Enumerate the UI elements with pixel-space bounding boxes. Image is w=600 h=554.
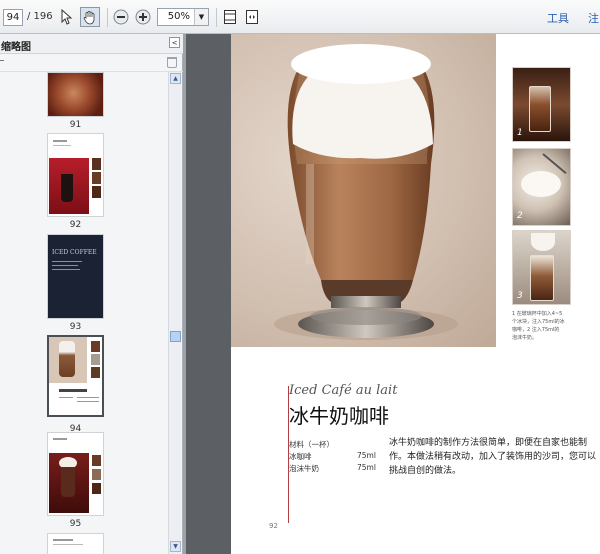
thumb-step bbox=[92, 455, 101, 466]
thumbnail-label: 91 bbox=[69, 120, 82, 130]
ingredient-qty: 75ml bbox=[357, 451, 376, 460]
thumbnail-label: 92 bbox=[69, 220, 82, 230]
thumb-text bbox=[77, 397, 99, 398]
step-number: 1 bbox=[517, 128, 523, 138]
thumb-title bbox=[53, 140, 67, 142]
tools-menu[interactable]: 工具 bbox=[547, 10, 569, 26]
thumbnail-scrollbar[interactable]: ▲ ▼ bbox=[168, 72, 181, 554]
thumb-step bbox=[92, 483, 101, 494]
thumb-title bbox=[53, 438, 67, 440]
thumb-text bbox=[59, 397, 73, 398]
panel-header: 缩略图 < bbox=[0, 34, 183, 54]
thumb-text bbox=[53, 145, 71, 146]
thumbnail-page-93[interactable]: ICED COFFEE bbox=[47, 234, 104, 319]
options-icon[interactable] bbox=[0, 60, 4, 61]
thumbnail-label: 93 bbox=[69, 322, 82, 332]
page-number-input[interactable]: 94 bbox=[3, 9, 23, 26]
page-total: / 196 bbox=[27, 11, 53, 22]
thumb-text bbox=[52, 269, 80, 270]
document-page: 1 2 3 1 在玻璃杯中加入4~5 个冰块，注入75ml的冰 咖啡，2 注入7… bbox=[231, 34, 600, 554]
zoom-value: 50% bbox=[167, 11, 190, 22]
thumb-step bbox=[92, 172, 101, 184]
zoom-out-icon[interactable] bbox=[112, 8, 130, 26]
thumb-title bbox=[59, 389, 87, 392]
thumbnail-page-92[interactable] bbox=[47, 133, 104, 217]
thumb-text bbox=[53, 544, 83, 545]
toolbar: 94 / 196 50% ▼ 工具 注 bbox=[0, 0, 600, 34]
chevron-down-icon[interactable]: ▼ bbox=[194, 9, 208, 25]
thumb-title bbox=[53, 539, 73, 541]
recipe-title: 冰牛奶咖啡 bbox=[289, 404, 389, 428]
ingredient-name: 泡沫牛奶 bbox=[289, 464, 319, 473]
thumb-text bbox=[52, 261, 82, 262]
document-viewer[interactable]: 1 2 3 1 在玻璃杯中加入4~5 个冰块，注入75ml的冰 咖啡，2 注入7… bbox=[186, 34, 600, 554]
pouring-foam bbox=[531, 233, 555, 251]
thumbnail-label: 95 bbox=[69, 519, 82, 529]
thumb-heading: ICED COFFEE bbox=[52, 249, 97, 256]
ingredient-name: 冰咖啡 bbox=[289, 452, 312, 461]
thumb-step bbox=[92, 186, 101, 198]
toolbar-divider bbox=[107, 8, 108, 27]
zoom-in-icon[interactable] bbox=[134, 8, 152, 26]
fit-page-icon[interactable] bbox=[221, 8, 239, 26]
thumbnail-page-91[interactable] bbox=[47, 72, 104, 117]
step-image-1: 1 bbox=[512, 67, 571, 142]
hand-tool-icon[interactable] bbox=[80, 7, 100, 27]
select-cursor-icon[interactable] bbox=[58, 8, 76, 26]
panel-title: 缩略图 bbox=[1, 42, 31, 53]
step-glass bbox=[529, 86, 551, 132]
thumbnail-page-96[interactable] bbox=[47, 533, 104, 554]
thumb-step bbox=[91, 341, 100, 352]
ingredients-header: 材料（一杯） bbox=[289, 440, 334, 449]
thumb-step bbox=[92, 158, 101, 170]
thumb-glass bbox=[59, 341, 75, 377]
step-number: 2 bbox=[517, 211, 523, 221]
thumbnail-page-95[interactable] bbox=[47, 432, 104, 516]
recipe-description: 冰牛奶咖啡的制作方法很简单，即便在自家也能制作。本做法稍有改动，加入了装饰用的沙… bbox=[389, 438, 597, 476]
step-caption: 1 在玻璃杯中加入4~5 个冰块，注入75ml的冰 咖啡，2 注入75ml的 泡… bbox=[512, 311, 565, 341]
scroll-up-icon[interactable]: ▲ bbox=[170, 73, 181, 84]
thumbnail-list[interactable]: 91 92 ICED COFFEE 93 94 95 bbox=[0, 72, 167, 554]
step-image-2: 2 bbox=[512, 148, 571, 226]
toolbar-divider bbox=[216, 8, 217, 27]
thumb-step bbox=[92, 469, 101, 480]
thumb-step bbox=[91, 354, 100, 365]
scrollbar-thumb[interactable] bbox=[170, 331, 181, 342]
step-glass bbox=[530, 255, 554, 301]
collapse-panel-icon[interactable]: < bbox=[169, 37, 180, 48]
milk-foam bbox=[521, 171, 561, 197]
ingredient-qty: 75ml bbox=[357, 463, 376, 472]
thumbnails-panel: 缩略图 < 91 92 ICED COFFEE 93 94 95 ▲ ▼ bbox=[0, 34, 183, 554]
thumb-glass bbox=[61, 174, 73, 202]
recipe-subtitle: Iced Café au lait bbox=[289, 383, 398, 398]
comment-menu[interactable]: 注 bbox=[588, 10, 599, 26]
step-image-3: 3 bbox=[512, 230, 571, 305]
trash-icon[interactable] bbox=[167, 57, 177, 68]
panel-tools bbox=[0, 54, 183, 72]
thumb-step bbox=[91, 367, 100, 378]
thumb-text bbox=[52, 265, 78, 266]
coffee-photo bbox=[48, 73, 103, 116]
main-photo bbox=[231, 34, 496, 347]
thumbnail-page-94[interactable] bbox=[47, 335, 104, 417]
zoom-select[interactable]: 50% ▼ bbox=[157, 8, 209, 26]
page-number: 92 bbox=[269, 522, 278, 530]
fit-width-icon[interactable] bbox=[243, 8, 261, 26]
step-number: 3 bbox=[517, 291, 523, 301]
thumb-text bbox=[77, 401, 99, 402]
iced-cafe-au-lait-glass bbox=[274, 44, 458, 340]
thumb-glass bbox=[61, 467, 75, 497]
scroll-down-icon[interactable]: ▼ bbox=[170, 541, 181, 552]
